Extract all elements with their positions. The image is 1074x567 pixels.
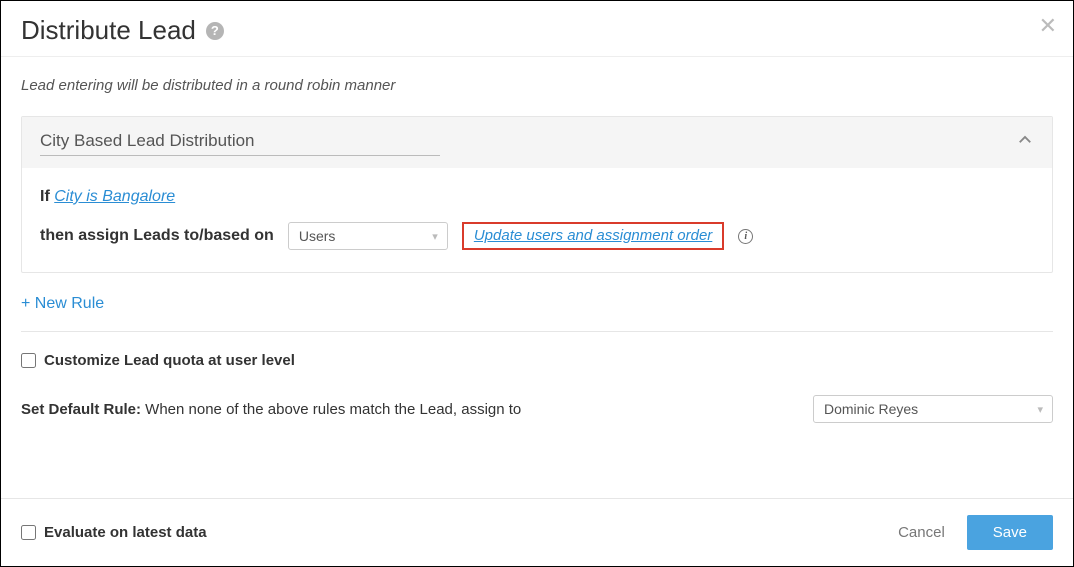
chevron-down-icon: ▾ bbox=[1037, 403, 1043, 416]
close-icon[interactable]: ✕ bbox=[1039, 13, 1057, 39]
new-rule-button[interactable]: + New Rule bbox=[21, 295, 104, 313]
default-rule-label-strong: Set Default Rule: bbox=[21, 401, 141, 418]
evaluate-checkbox[interactable] bbox=[21, 525, 36, 540]
customize-quota-label: Customize Lead quota at user level bbox=[44, 352, 295, 369]
info-icon[interactable]: i bbox=[738, 229, 753, 244]
modal-footer: Evaluate on latest data Cancel Save bbox=[1, 498, 1073, 566]
default-rule-label: Set Default Rule: When none of the above… bbox=[21, 401, 521, 418]
modal-body: Lead entering will be distributed in a r… bbox=[1, 57, 1073, 443]
rule-if-line: If City is Bangalore bbox=[40, 188, 1034, 206]
chevron-up-icon[interactable] bbox=[1016, 131, 1034, 154]
update-link-highlight: Update users and assignment order bbox=[462, 222, 724, 250]
subtitle-text: Lead entering will be distributed in a r… bbox=[21, 77, 1053, 94]
assign-target-select[interactable]: Users ▾ bbox=[288, 222, 448, 250]
section-divider bbox=[21, 331, 1053, 332]
then-keyword: then assign Leads to/based on bbox=[40, 227, 274, 245]
save-button[interactable]: Save bbox=[967, 515, 1053, 550]
distribute-lead-modal: Distribute Lead ? ✕ Lead entering will b… bbox=[0, 0, 1074, 567]
default-assignee-value: Dominic Reyes bbox=[824, 401, 918, 417]
help-icon[interactable]: ? bbox=[206, 22, 224, 40]
if-keyword: If bbox=[40, 188, 50, 205]
evaluate-row[interactable]: Evaluate on latest data bbox=[21, 524, 207, 541]
customize-quota-row[interactable]: Customize Lead quota at user level bbox=[21, 352, 1053, 369]
default-rule-label-rest: When none of the above rules match the L… bbox=[141, 401, 521, 418]
rule-card-body: If City is Bangalore then assign Leads t… bbox=[22, 168, 1052, 272]
customize-quota-checkbox[interactable] bbox=[21, 353, 36, 368]
rule-card-header[interactable] bbox=[22, 117, 1052, 168]
cancel-button[interactable]: Cancel bbox=[898, 524, 945, 541]
modal-header: Distribute Lead ? ✕ bbox=[1, 1, 1073, 56]
default-assignee-select[interactable]: Dominic Reyes ▾ bbox=[813, 395, 1053, 423]
default-rule-row: Set Default Rule: When none of the above… bbox=[21, 395, 1053, 423]
assign-target-value: Users bbox=[299, 228, 336, 244]
rule-condition-link[interactable]: City is Bangalore bbox=[54, 188, 175, 205]
evaluate-label: Evaluate on latest data bbox=[44, 524, 207, 541]
rule-assign-line: then assign Leads to/based on Users ▾ Up… bbox=[40, 222, 1034, 250]
rule-card: If City is Bangalore then assign Leads t… bbox=[21, 116, 1053, 273]
rule-name-input[interactable] bbox=[40, 129, 440, 156]
modal-title: Distribute Lead bbox=[21, 15, 196, 46]
modal-title-row: Distribute Lead ? bbox=[21, 15, 224, 46]
chevron-down-icon: ▾ bbox=[432, 230, 438, 243]
update-assignment-link[interactable]: Update users and assignment order bbox=[474, 227, 712, 244]
footer-actions: Cancel Save bbox=[898, 515, 1053, 550]
